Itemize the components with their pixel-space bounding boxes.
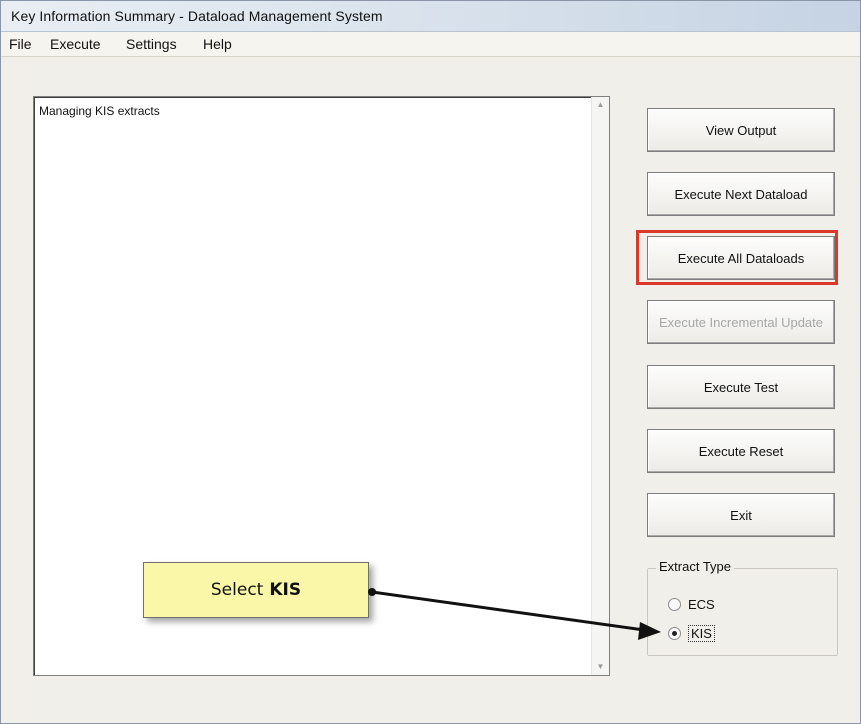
radio-kis-label: KIS <box>688 625 715 642</box>
output-text: Managing KIS extracts <box>39 104 160 118</box>
callout-bold-text: KIS <box>269 580 302 600</box>
instruction-callout: Select KIS <box>143 562 369 618</box>
radio-ecs[interactable]: ECS <box>668 597 715 612</box>
window-title: Key Information Summary - Dataload Manag… <box>11 8 383 24</box>
menu-bar: File Execute Settings Help <box>1 32 860 57</box>
vertical-scrollbar[interactable]: ▲ ▼ <box>591 97 609 675</box>
execute-incremental-update-button: Execute Incremental Update <box>647 300 835 344</box>
radio-kis[interactable]: KIS <box>668 625 715 642</box>
execute-reset-button[interactable]: Execute Reset <box>647 429 835 473</box>
scroll-down-icon[interactable]: ▼ <box>592 659 609 675</box>
execute-test-button[interactable]: Execute Test <box>647 365 835 409</box>
title-bar[interactable]: Key Information Summary - Dataload Manag… <box>1 1 860 32</box>
view-output-button[interactable]: View Output <box>647 108 835 152</box>
extract-type-legend: Extract Type <box>656 559 735 574</box>
execute-next-dataload-button[interactable]: Execute Next Dataload <box>647 172 835 216</box>
menu-execute[interactable]: Execute <box>50 36 101 52</box>
extract-type-group: Extract Type ECS KIS <box>647 559 838 656</box>
radio-ecs-label: ECS <box>688 597 715 612</box>
radio-unchecked-icon[interactable] <box>668 598 681 611</box>
scroll-up-icon[interactable]: ▲ <box>592 97 609 113</box>
highlight-box <box>636 230 838 285</box>
exit-button[interactable]: Exit <box>647 493 835 537</box>
callout-prefix: Select <box>210 580 264 600</box>
menu-help[interactable]: Help <box>203 36 232 52</box>
menu-settings[interactable]: Settings <box>126 36 177 52</box>
radio-checked-icon[interactable] <box>668 627 681 640</box>
menu-file[interactable]: File <box>9 36 32 52</box>
